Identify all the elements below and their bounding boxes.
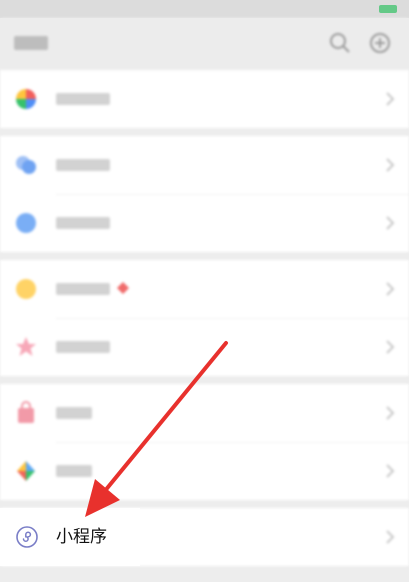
discover-group-moments bbox=[0, 70, 409, 128]
discover-group-channels bbox=[0, 136, 409, 252]
list-item-miniprogram[interactable]: 小程序 bbox=[0, 508, 140, 566]
list-item-shake[interactable] bbox=[0, 260, 409, 318]
miniprogram-icon bbox=[16, 526, 38, 548]
red-dot-badge bbox=[117, 282, 129, 294]
chevron-right-icon bbox=[386, 92, 395, 106]
list-item-moments[interactable] bbox=[0, 70, 409, 128]
list-item-games[interactable] bbox=[0, 442, 409, 500]
page-title bbox=[14, 36, 48, 50]
chevron-right-icon bbox=[386, 282, 395, 296]
add-icon[interactable] bbox=[369, 32, 391, 54]
battery-icon bbox=[379, 5, 397, 13]
chevron-right-icon bbox=[386, 216, 395, 230]
shake-icon bbox=[16, 279, 36, 299]
item-label bbox=[56, 341, 110, 353]
top-stories-icon bbox=[16, 337, 36, 356]
chevron-right-icon bbox=[386, 464, 395, 478]
chevron-right-icon bbox=[386, 340, 395, 354]
moments-icon bbox=[16, 89, 36, 109]
list-item-shopping[interactable] bbox=[0, 384, 409, 442]
header bbox=[0, 18, 409, 70]
item-label bbox=[56, 407, 92, 419]
item-label bbox=[56, 465, 92, 477]
item-label bbox=[56, 93, 110, 105]
chevron-right-icon bbox=[386, 530, 395, 544]
shopping-icon bbox=[18, 401, 34, 423]
discover-group-shopping bbox=[0, 384, 409, 500]
item-label bbox=[56, 283, 110, 295]
list-item-top-stories[interactable] bbox=[0, 318, 409, 376]
discover-group-shake bbox=[0, 260, 409, 376]
item-label bbox=[56, 159, 110, 171]
chevron-right-icon bbox=[386, 158, 395, 172]
status-bar bbox=[0, 0, 409, 18]
item-label bbox=[56, 217, 110, 229]
miniprogram-label: 小程序 bbox=[56, 527, 107, 547]
games-icon bbox=[17, 461, 35, 481]
list-item-channels[interactable] bbox=[0, 136, 409, 194]
chevron-right-icon bbox=[386, 406, 395, 420]
live-icon bbox=[16, 213, 36, 233]
channels-icon bbox=[16, 156, 36, 174]
list-item-live[interactable] bbox=[0, 194, 409, 252]
search-icon[interactable] bbox=[329, 32, 351, 54]
